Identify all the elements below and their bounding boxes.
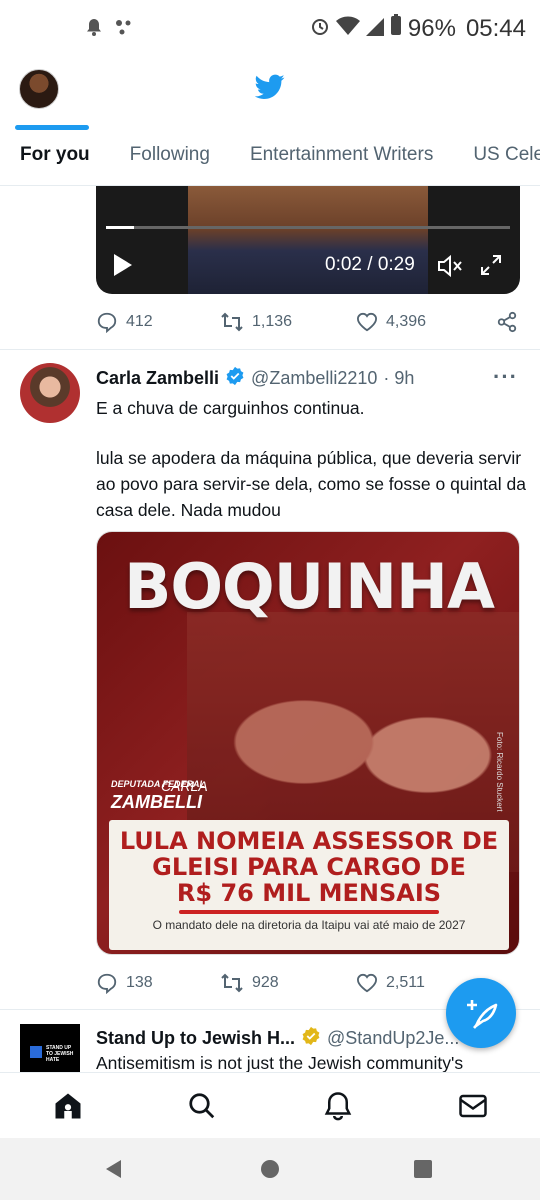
- tab-us-celebrities[interactable]: US Cele: [473, 134, 540, 186]
- video-progress-bar[interactable]: [106, 226, 510, 229]
- share-button[interactable]: [496, 311, 518, 333]
- avatar-square: [30, 1046, 42, 1058]
- active-tab-indicator: [15, 125, 89, 130]
- media-photo-credit: Foto: Ricardo Stuckert: [495, 732, 504, 812]
- tab-entertainment-writers[interactable]: Entertainment Writers: [250, 134, 433, 186]
- media-title: BOQUINHA: [124, 550, 495, 623]
- reply-button[interactable]: 412: [96, 311, 220, 333]
- compose-tweet-button[interactable]: [446, 978, 516, 1048]
- status-bar: 96% 05:44: [0, 0, 540, 56]
- divider: [0, 349, 540, 350]
- compose-feather-icon: [467, 1000, 498, 1029]
- heart-icon: [356, 312, 378, 332]
- tab-for-you[interactable]: For you: [20, 134, 90, 186]
- assistant-dots-icon: [114, 18, 134, 41]
- video-progress-fill: [106, 226, 135, 229]
- recents-icon[interactable]: [413, 1159, 433, 1184]
- tweet-header: Stand Up to Jewish H... @StandUp2Je...: [96, 1026, 459, 1051]
- like-button[interactable]: 4,396: [356, 312, 496, 332]
- verified-badge-icon: [225, 366, 245, 391]
- tweet-header: Carla Zambelli @Zambelli2210 · 9h: [96, 366, 414, 391]
- retweet-count: 1,136: [252, 313, 293, 330]
- retweet-count: 928: [252, 974, 279, 991]
- system-navigation-bar: [0, 1138, 540, 1200]
- video-thumbnail: [188, 186, 428, 294]
- author-avatar[interactable]: [20, 363, 80, 423]
- media-headline: LULA NOMEIA ASSESSOR DE GLEISI PARA CARG…: [109, 828, 509, 906]
- media-author-mark: DEPUTADA FEDERAL CARLA ZAMBELLI: [111, 776, 208, 812]
- media-deputy-last: ZAMBELLI: [111, 792, 202, 812]
- like-count: 4,396: [386, 313, 427, 330]
- fullscreen-icon[interactable]: [480, 254, 502, 281]
- reply-button[interactable]: 138: [96, 972, 220, 994]
- twitter-bird-icon[interactable]: [254, 74, 285, 105]
- tweet-media-image[interactable]: BOQUINHA DEPUTADA FEDERAL CARLA ZAMBELLI…: [96, 531, 520, 955]
- tab-following[interactable]: Following: [130, 134, 210, 186]
- reply-count: 138: [126, 974, 153, 991]
- wifi-icon: [335, 15, 360, 43]
- author-name[interactable]: Carla Zambelli: [96, 368, 219, 389]
- avatar-text: STAND UP TO JEWISH HATE: [46, 1045, 74, 1063]
- tweet-time: · 9h: [383, 368, 415, 388]
- tweet-actions: 412 1,136 4,396: [96, 307, 520, 337]
- media-underline: [179, 910, 439, 914]
- tweet-text: E a chuva de carguinhos continua. lula s…: [96, 395, 526, 547]
- author-handle: @StandUp2Je...: [327, 1028, 460, 1048]
- back-icon[interactable]: [103, 1158, 125, 1185]
- heart-icon: [356, 973, 378, 993]
- home-circle-icon[interactable]: [260, 1159, 280, 1184]
- notification-bell-icon: [86, 18, 102, 41]
- retweet-icon: [221, 312, 243, 332]
- timeline-tabs: For you Following Entertainment Writers …: [0, 134, 540, 186]
- media-headline-2: GLEISI PARA CARGO DE: [152, 853, 466, 881]
- bottom-navigation: [0, 1072, 540, 1138]
- tweet-text-line-1: E a chuva de carguinhos continua.: [96, 398, 365, 418]
- reply-icon: [97, 973, 117, 994]
- messages-icon[interactable]: [458, 1091, 488, 1126]
- like-count: 2,511: [386, 974, 425, 991]
- retweet-icon: [221, 973, 243, 993]
- tweet-text: Antisemitism is not just the Jewish comm…: [96, 1053, 464, 1073]
- profile-avatar[interactable]: [19, 69, 59, 109]
- video-time: 0:02 / 0:29: [325, 254, 415, 275]
- video-player[interactable]: 0:02 / 0:29: [96, 186, 520, 294]
- tweet-text-line-2: lula se apodera da máquina pública, que …: [96, 448, 526, 520]
- retweet-button[interactable]: 1,136: [220, 311, 356, 333]
- more-options-icon[interactable]: ···: [493, 364, 518, 390]
- media-subline: O mandato dele na diretoria da Itaipu va…: [152, 918, 466, 932]
- verified-gold-badge-icon: [301, 1026, 321, 1051]
- play-icon[interactable]: [114, 254, 132, 276]
- clock: 05:44: [465, 14, 526, 42]
- alarm-icon: [310, 15, 330, 43]
- notifications-icon[interactable]: [323, 1091, 353, 1126]
- media-headline-1: LULA NOMEIA ASSESSOR DE: [119, 827, 499, 855]
- author-handle: @Zambelli2210: [251, 368, 378, 388]
- search-icon[interactable]: [187, 1091, 217, 1126]
- signal-icon: [365, 15, 384, 43]
- media-headline-3: R$ 76 MIL MENSAIS: [176, 879, 442, 907]
- reply-icon: [97, 312, 117, 333]
- retweet-button[interactable]: 928: [220, 972, 356, 994]
- mute-icon[interactable]: [437, 254, 463, 283]
- media-headline-box: LULA NOMEIA ASSESSOR DE GLEISI PARA CARG…: [109, 820, 509, 950]
- reply-count: 412: [126, 313, 153, 330]
- app-header: For you Following Entertainment Writers …: [0, 56, 540, 186]
- battery-icon: [390, 14, 402, 43]
- home-icon[interactable]: [53, 1091, 83, 1126]
- author-name[interactable]: Stand Up to Jewish H...: [96, 1028, 295, 1049]
- share-icon: [497, 311, 517, 333]
- battery-percent: 96%: [407, 14, 456, 42]
